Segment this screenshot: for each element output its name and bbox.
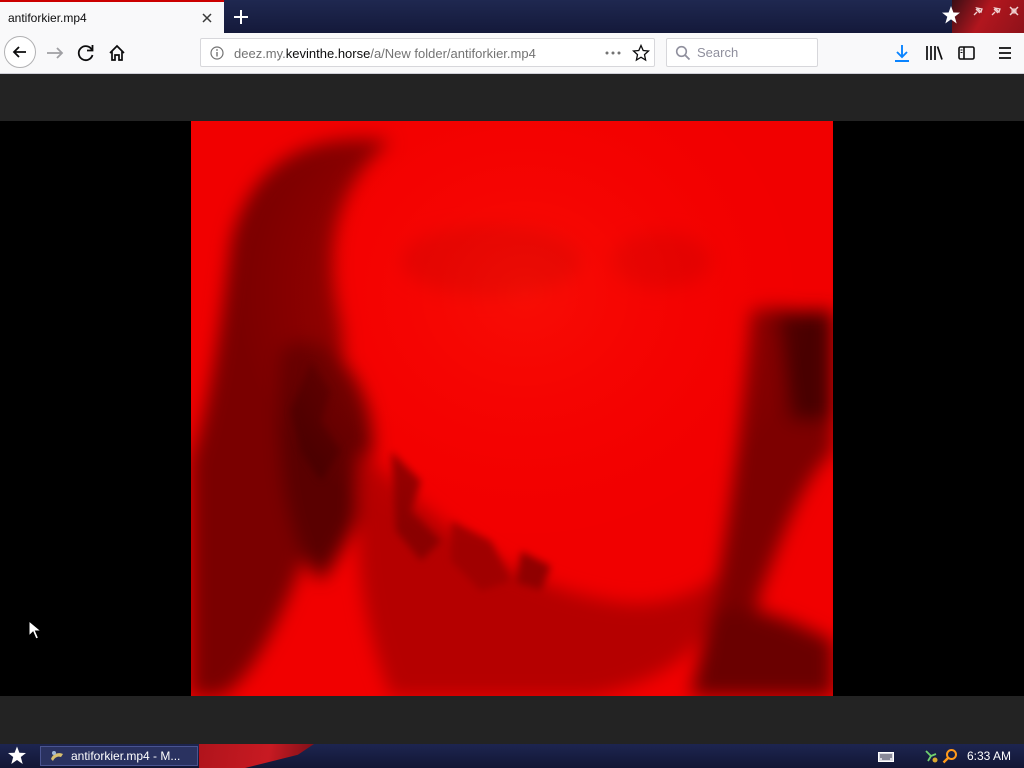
- bookmark-star-icon[interactable]: [632, 44, 650, 62]
- taskbar: antiforkier.mp4 - M... 6:33 AM: [0, 744, 1024, 768]
- taskbar-red-decoration: [199, 744, 314, 768]
- pin-icon[interactable]: [989, 4, 1003, 18]
- more-dots-icon[interactable]: [604, 46, 622, 60]
- taskbar-window-item[interactable]: antiforkier.mp4 - M...: [40, 746, 198, 766]
- taskbar-window-label: antiforkier.mp4 - M...: [71, 749, 181, 763]
- search-icon: [675, 45, 691, 61]
- url-prefix: deez.my.: [234, 46, 286, 61]
- search-bar[interactable]: [666, 38, 818, 67]
- url-host: kevinthe.horse: [285, 46, 371, 61]
- url-bar[interactable]: deez.my.kevinthe.horse/a/New folder/anti…: [200, 38, 655, 67]
- star-logo-icon[interactable]: [5, 746, 29, 766]
- plus-icon[interactable]: [230, 6, 252, 28]
- tab-title: antiforkier.mp4: [8, 11, 87, 25]
- search-tray-icon[interactable]: [942, 748, 958, 764]
- back-button[interactable]: [4, 36, 36, 68]
- search-input[interactable]: [697, 44, 807, 61]
- star-logo-icon: [942, 6, 960, 24]
- page-content: [0, 74, 1024, 744]
- video-frame[interactable]: [191, 121, 833, 696]
- taskbar-clock: 6:33 AM: [967, 749, 1012, 763]
- close-icon[interactable]: [200, 11, 214, 25]
- tab-antiforkier[interactable]: antiforkier.mp4: [0, 0, 224, 33]
- keyboard-icon[interactable]: [878, 752, 894, 762]
- home-icon[interactable]: [102, 38, 132, 68]
- download-arrow-icon[interactable]: [887, 38, 917, 68]
- hamburger-menu-icon[interactable]: [990, 38, 1020, 68]
- video-player[interactable]: [0, 121, 1024, 696]
- tab-strip: antiforkier.mp4: [0, 0, 1024, 33]
- url-text[interactable]: deez.my.kevinthe.horse/a/New folder/anti…: [234, 46, 536, 61]
- reload-icon[interactable]: [71, 38, 101, 68]
- url-path: /a/New folder/antiforkier.mp4: [370, 46, 536, 61]
- forward-arrow-icon[interactable]: [40, 38, 70, 68]
- media-player-icon: [51, 751, 63, 761]
- network-icon[interactable]: [924, 748, 938, 764]
- info-icon[interactable]: [210, 46, 224, 60]
- back-arrow-icon: [12, 46, 26, 58]
- navigation-toolbar: deez.my.kevinthe.horse/a/New folder/anti…: [0, 33, 1024, 74]
- close-window-icon[interactable]: [1007, 4, 1021, 18]
- sidebar-icon[interactable]: [951, 38, 981, 68]
- mouse-cursor-icon: [28, 620, 42, 640]
- library-icon[interactable]: [919, 38, 949, 68]
- pin-icon[interactable]: [971, 4, 985, 18]
